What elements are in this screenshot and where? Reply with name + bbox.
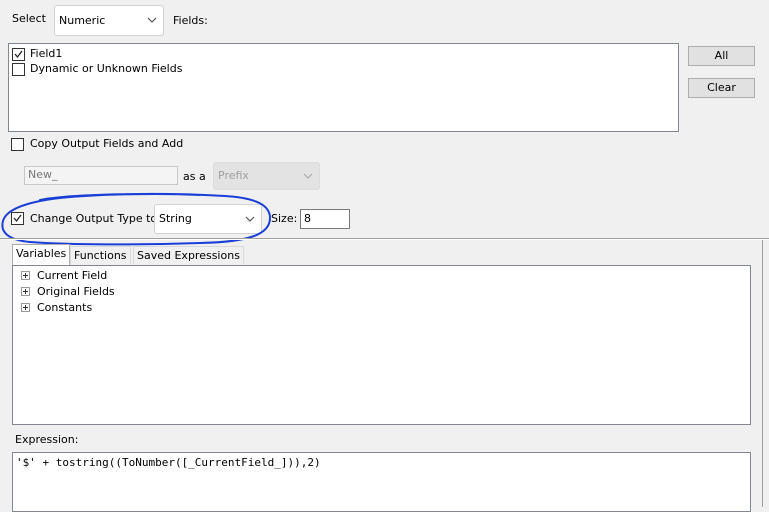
field1-checkbox[interactable] bbox=[12, 48, 25, 61]
tab-functions[interactable]: Functions bbox=[70, 246, 131, 264]
prefix-text-input[interactable]: New_ bbox=[24, 166, 178, 185]
tree-item-label: Current Field bbox=[37, 269, 108, 282]
as-a-label: as a bbox=[183, 170, 206, 183]
prefix-suffix-value: Prefix bbox=[218, 169, 249, 182]
fields-listbox[interactable]: Field1 Dynamic or Unknown Fields bbox=[8, 43, 679, 132]
checkmark-icon bbox=[14, 50, 23, 59]
field1-label: Field1 bbox=[30, 47, 63, 60]
field-type-value: Numeric bbox=[59, 14, 106, 27]
chevron-down-icon bbox=[303, 173, 313, 179]
all-button[interactable]: All bbox=[688, 46, 755, 66]
chevron-down-icon bbox=[147, 17, 157, 23]
expand-icon[interactable] bbox=[21, 303, 30, 312]
tab-saved-expressions[interactable]: Saved Expressions bbox=[133, 246, 244, 264]
expand-icon[interactable] bbox=[21, 271, 30, 280]
clear-button[interactable]: Clear bbox=[688, 78, 755, 98]
copy-output-checkbox[interactable] bbox=[11, 138, 24, 151]
select-label: Select bbox=[12, 12, 46, 25]
expand-icon[interactable] bbox=[21, 287, 30, 296]
size-input[interactable]: 8 bbox=[300, 209, 350, 229]
copy-output-label: Copy Output Fields and Add bbox=[30, 137, 184, 150]
expression-editor[interactable]: '$' + tostring((ToNumber([_CurrentField_… bbox=[12, 452, 751, 512]
list-item-field1[interactable]: Field1 bbox=[12, 47, 312, 61]
tree-item-label: Original Fields bbox=[37, 285, 115, 298]
tree-item-label: Constants bbox=[37, 301, 93, 314]
expression-label: Expression: bbox=[15, 433, 79, 446]
dynamic-fields-label: Dynamic or Unknown Fields bbox=[30, 62, 183, 75]
section-divider-highlight bbox=[0, 239, 769, 240]
prefix-suffix-dropdown[interactable]: Prefix bbox=[213, 162, 320, 190]
panel-right-edge bbox=[762, 240, 763, 507]
field-type-dropdown[interactable]: Numeric bbox=[54, 5, 164, 36]
variables-tree[interactable]: Current Field Original Fields Constants bbox=[12, 265, 751, 425]
tab-variables[interactable]: Variables bbox=[12, 244, 71, 265]
list-item-dynamic-fields[interactable]: Dynamic or Unknown Fields bbox=[12, 62, 312, 76]
fields-label: Fields: bbox=[173, 14, 208, 27]
dynamic-fields-checkbox[interactable] bbox=[12, 63, 25, 76]
